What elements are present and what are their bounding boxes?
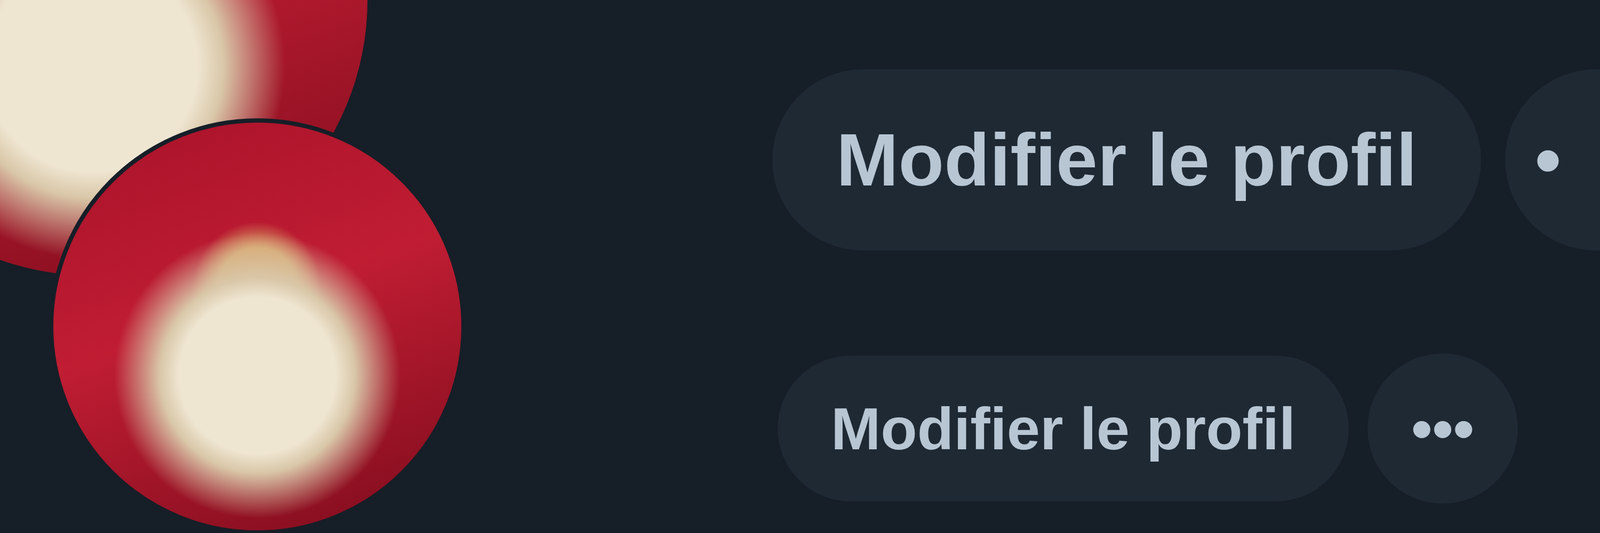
profile-actions: Modifier le profil•Modifier le profil••• [772, 0, 1600, 533]
avatar-area [0, 0, 773, 533]
action-row: Modifier le profil••• [772, 353, 1600, 504]
edit-profile-button[interactable]: Modifier le profil [772, 69, 1482, 251]
more-button[interactable]: • [1505, 69, 1600, 251]
more-button[interactable]: ••• [1367, 353, 1518, 504]
edit-profile-button[interactable]: Modifier le profil [777, 355, 1349, 502]
avatar-photo [49, 118, 466, 533]
action-row: Modifier le profil• [772, 69, 1600, 251]
profile-page: Modifier le profil•Modifier le profil••• [0, 0, 1600, 533]
